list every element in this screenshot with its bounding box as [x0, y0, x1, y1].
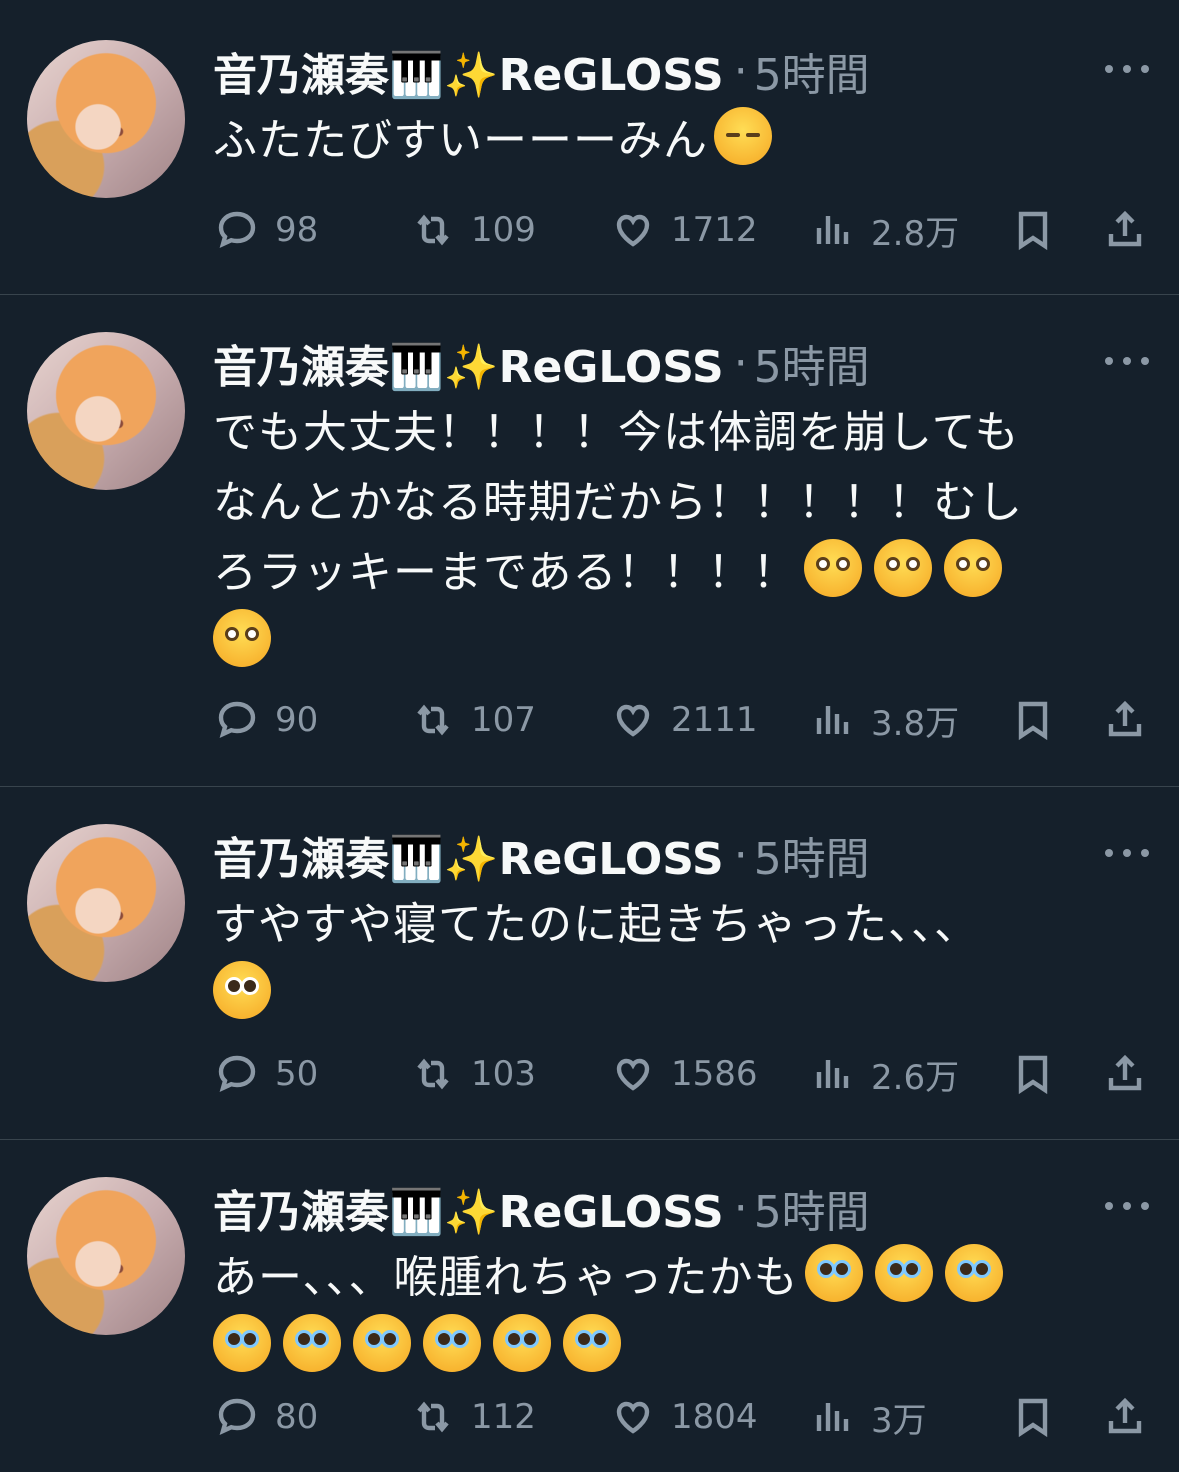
reply-button[interactable]: 50 — [213, 1050, 318, 1098]
bookmark-icon — [1018, 1398, 1048, 1438]
holding-back-tears-emoji — [944, 1244, 1003, 1302]
share-icon — [1108, 700, 1142, 737]
flushed-face-emoji — [213, 609, 271, 667]
tweet-text: あー、、、喉腫れちゃったかも — [213, 1243, 1149, 1383]
bookmark-icon — [1018, 211, 1048, 251]
author-name[interactable]: 音乃瀬奏🎹✨ReGLOSS — [213, 1176, 724, 1240]
bookmark-button[interactable] — [1009, 1050, 1057, 1098]
timestamp[interactable]: 5時間 — [754, 39, 870, 103]
avatar[interactable] — [27, 824, 185, 982]
author-name[interactable]: 音乃瀬奏🎹✨ReGLOSS — [213, 823, 724, 887]
holding-back-tears-emoji — [804, 1244, 863, 1302]
sleeping-face-emoji — [714, 107, 772, 165]
holding-back-tears-emoji — [213, 1314, 271, 1372]
reply-icon — [218, 1398, 256, 1435]
share-button[interactable] — [1101, 1393, 1149, 1441]
flushed-face-emoji — [803, 539, 862, 597]
avatar[interactable] — [27, 1177, 185, 1335]
views-button[interactable]: 3万 — [809, 1393, 927, 1442]
holding-back-tears-emoji — [563, 1314, 621, 1372]
retweet-icon — [417, 704, 449, 736]
views-icon — [816, 216, 849, 244]
retweet-icon — [417, 1401, 449, 1433]
holding-back-tears-emoji — [283, 1314, 341, 1372]
share-button[interactable] — [1101, 696, 1149, 744]
share-icon — [1108, 1054, 1142, 1091]
more-icon[interactable] — [1105, 346, 1149, 376]
retweet-icon — [417, 214, 449, 246]
share-button[interactable] — [1101, 206, 1149, 254]
bookmark-icon — [1018, 701, 1048, 741]
holding-back-tears-emoji — [874, 1244, 933, 1302]
tweet-text: でも大丈夫！！！！今は体調を崩しても なんとかなる時期だから！！！！！むし ろラ… — [213, 398, 1149, 678]
flushed-face-emoji — [873, 539, 932, 597]
tweet[interactable]: 音乃瀬奏🎹✨ReGLOSS · 5時間 すやすや寝てたのに起きちゃった、、、 5… — [0, 787, 1179, 1140]
like-button[interactable]: 2111 — [609, 696, 758, 744]
avatar[interactable] — [27, 40, 185, 198]
more-icon[interactable] — [1105, 838, 1149, 868]
retweet-icon — [417, 1058, 449, 1090]
bookmark-button[interactable] — [1009, 206, 1057, 254]
reply-icon — [218, 701, 256, 738]
tweet[interactable]: 音乃瀬奏🎹✨ReGLOSS · 5時間 あー、、、喉腫れちゃったかも 80 11… — [0, 1140, 1179, 1472]
reply-button[interactable]: 98 — [213, 206, 318, 254]
views-icon — [816, 1060, 849, 1088]
views-icon — [816, 706, 849, 734]
like-button[interactable]: 1804 — [609, 1393, 758, 1441]
reply-icon — [218, 1055, 256, 1092]
share-icon — [1108, 1397, 1142, 1434]
heart-icon — [616, 1058, 650, 1091]
timestamp[interactable]: 5時間 — [754, 331, 870, 395]
retweet-button[interactable]: 112 — [409, 1393, 536, 1441]
tweet[interactable]: 音乃瀬奏🎹✨ReGLOSS · 5時間 ふたたびすいーーーみん 98 109 1… — [0, 0, 1179, 295]
reply-icon — [218, 211, 256, 248]
holding-back-tears-emoji — [353, 1314, 411, 1372]
holding-back-tears-emoji — [423, 1314, 481, 1372]
timestamp[interactable]: 5時間 — [754, 1176, 870, 1240]
tweet[interactable]: 音乃瀬奏🎹✨ReGLOSS · 5時間 でも大丈夫！！！！今は体調を崩しても な… — [0, 295, 1179, 787]
retweet-button[interactable]: 103 — [409, 1050, 536, 1098]
views-button[interactable]: 3.8万 — [809, 696, 959, 745]
tweet-text: すやすや寝てたのに起きちゃった、、、 — [213, 890, 1149, 1030]
reply-button[interactable]: 90 — [213, 696, 318, 744]
views-button[interactable]: 2.8万 — [809, 206, 959, 255]
avatar[interactable] — [27, 332, 185, 490]
more-icon[interactable] — [1105, 54, 1149, 84]
heart-icon — [616, 704, 650, 737]
pleading-face-emoji — [213, 961, 271, 1019]
bookmark-button[interactable] — [1009, 1393, 1057, 1441]
views-icon — [816, 1403, 849, 1431]
author-name[interactable]: 音乃瀬奏🎹✨ReGLOSS — [213, 39, 724, 103]
more-icon[interactable] — [1105, 1191, 1149, 1221]
reply-button[interactable]: 80 — [213, 1393, 318, 1441]
tweet-text: ふたたびすいーーーみん — [213, 106, 1149, 176]
timestamp[interactable]: 5時間 — [754, 823, 870, 887]
share-button[interactable] — [1101, 1050, 1149, 1098]
heart-icon — [616, 214, 650, 247]
like-button[interactable]: 1712 — [609, 206, 758, 254]
heart-icon — [616, 1401, 650, 1434]
holding-back-tears-emoji — [493, 1314, 551, 1372]
flushed-face-emoji — [943, 539, 1002, 597]
share-icon — [1108, 210, 1142, 247]
author-name[interactable]: 音乃瀬奏🎹✨ReGLOSS — [213, 331, 724, 395]
bookmark-button[interactable] — [1009, 696, 1057, 744]
retweet-button[interactable]: 107 — [409, 696, 536, 744]
bookmark-icon — [1018, 1055, 1048, 1095]
like-button[interactable]: 1586 — [609, 1050, 758, 1098]
retweet-button[interactable]: 109 — [409, 206, 536, 254]
views-button[interactable]: 2.6万 — [809, 1050, 959, 1099]
